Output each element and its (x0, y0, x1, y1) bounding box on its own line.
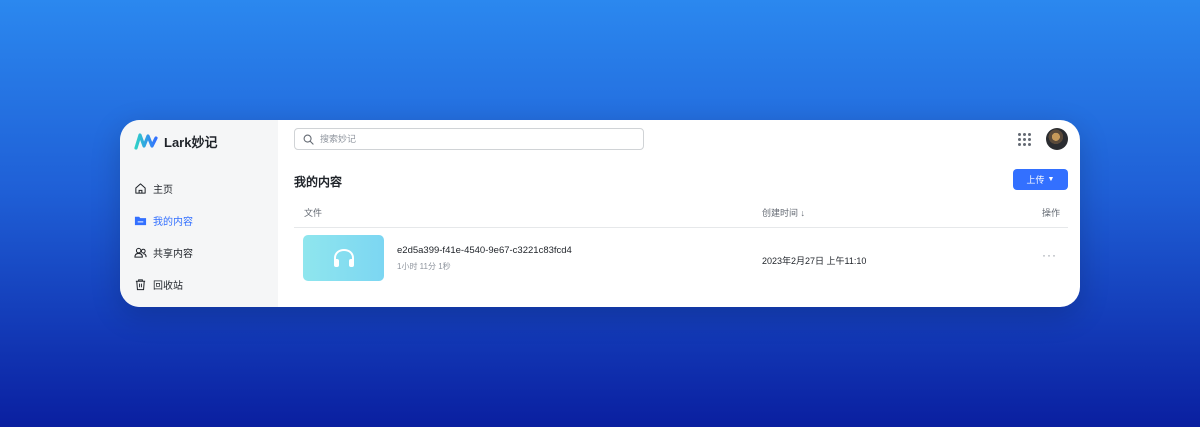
app-grid-icon[interactable] (1018, 133, 1031, 146)
upload-button-label: 上传 (1026, 175, 1045, 185)
sort-arrow-icon: ↓ (800, 208, 806, 218)
column-header-created[interactable]: 创建时间 ↓ (762, 206, 805, 219)
search-icon (303, 134, 314, 145)
sidebar-item-label: 我的内容 (153, 216, 193, 228)
sidebar-item-label: 主页 (153, 184, 173, 196)
file-thumbnail (303, 235, 384, 281)
users-icon (134, 246, 147, 259)
page-title: 我的内容 (294, 175, 343, 189)
brand[interactable]: Lark妙记 (120, 130, 278, 152)
column-header-file: 文件 (304, 208, 323, 218)
home-icon (134, 182, 147, 195)
sidebar-item-label: 回收站 (153, 280, 183, 292)
file-name[interactable]: e2d5a399-f41e-4540-9e67-c3221c83fcd4 (397, 245, 572, 256)
sidebar-item-home[interactable]: 主页 (120, 172, 278, 204)
caret-down-icon: ▼ (1047, 176, 1055, 183)
column-header-created-label: 创建时间 (762, 208, 799, 218)
avatar[interactable] (1046, 128, 1068, 150)
trash-icon (134, 278, 147, 291)
file-created-date: 2023年2月27日 上午11:10 (762, 256, 867, 266)
table-row[interactable]: e2d5a399-f41e-4540-9e67-c3221c83fcd4 1小时… (278, 228, 1080, 288)
search-box[interactable] (294, 128, 644, 150)
lark-logo-icon (134, 133, 158, 150)
more-actions-icon[interactable]: ··· (1042, 248, 1057, 262)
main-content: 我的内容 上传 ▼ 文件 创建时间 ↓ 操作 e2d5a399-f41e-454… (278, 120, 1080, 307)
sidebar-item-label: 共享内容 (153, 248, 193, 260)
sidebar-item-trash[interactable]: 回收站 (120, 268, 278, 300)
app-window: Lark妙记 主页 我的内容 共享内容 回收站 搜索妙记 我的内容 上传 ▼ 文… (120, 120, 1080, 307)
column-header-actions: 操作 (1042, 208, 1061, 218)
brand-name: Lark妙记 (164, 134, 218, 150)
upload-button[interactable]: 上传 ▼ (1013, 169, 1068, 190)
sidebar-item-my-content[interactable]: 我的内容 (120, 204, 278, 236)
file-duration: 1小时 11分 1秒 (397, 262, 451, 271)
sidebar-item-shared[interactable]: 共享内容 (120, 236, 278, 268)
folder-icon (134, 214, 147, 227)
search-input[interactable] (320, 134, 620, 144)
sidebar: Lark妙记 主页 我的内容 共享内容 回收站 (120, 120, 278, 307)
headphones-icon (333, 248, 354, 267)
